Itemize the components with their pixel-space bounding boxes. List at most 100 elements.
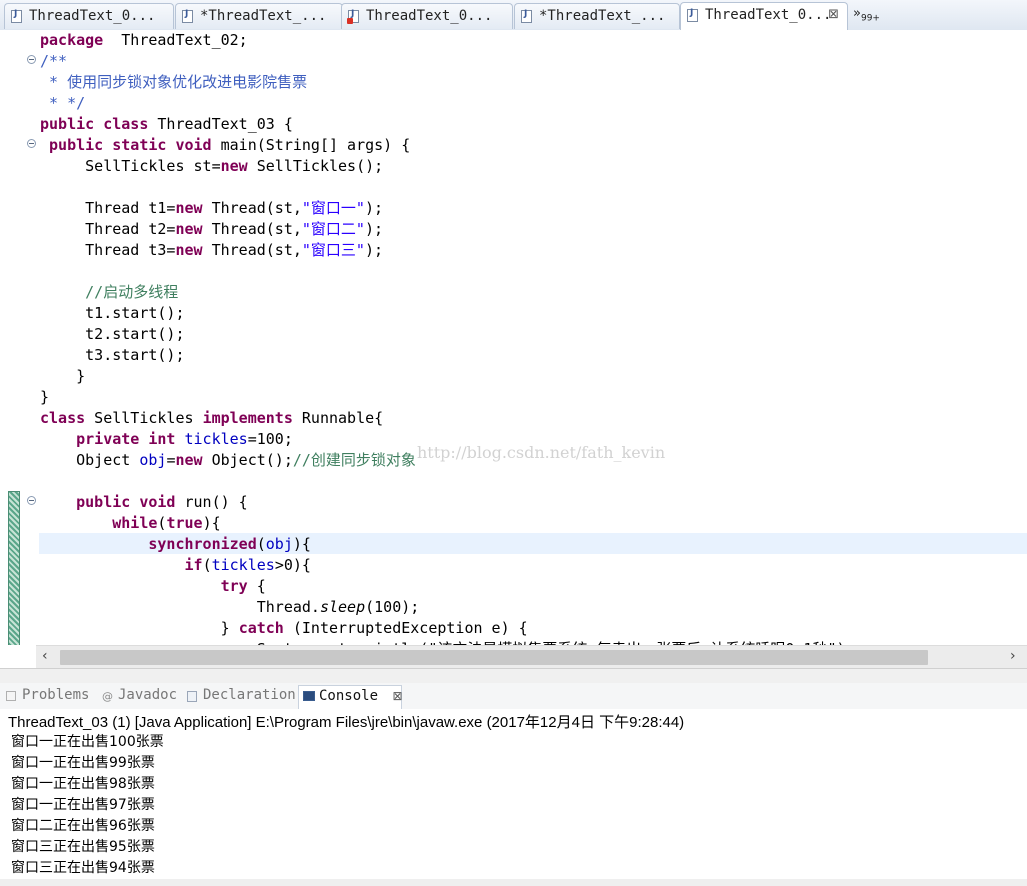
- tab-console[interactable]: Console ⊠: [298, 685, 403, 709]
- code-editor[interactable]: package ThreadText_02;/** * 使用同步锁对象优化改进电…: [0, 30, 1027, 645]
- console-icon: [303, 691, 315, 701]
- tab-label: Javadoc: [118, 687, 178, 703]
- code-token: Thread(st,: [202, 241, 302, 259]
- console-horizontal-scrollbar[interactable]: [0, 879, 1027, 886]
- console-line: 窗口一正在出售98张票: [11, 776, 155, 792]
- code-token: Thread t1=: [40, 199, 176, 217]
- code-token: synchronized: [148, 535, 257, 553]
- code-token: main(String[] args) {: [211, 136, 411, 154]
- code-token: package: [40, 31, 104, 49]
- code-token: void: [175, 136, 212, 154]
- fold-collapse-icon[interactable]: [27, 139, 36, 148]
- watermark: http://blog.csdn.net/fath_kevin: [417, 443, 666, 462]
- scrollbar-thumb[interactable]: [60, 650, 928, 665]
- code-line: public class ThreadText_03 {: [40, 114, 855, 135]
- code-token: public: [49, 136, 104, 154]
- code-token: >0){: [274, 556, 311, 574]
- editor-tab-label: *ThreadText_...: [539, 8, 666, 24]
- code-token: true: [166, 514, 203, 532]
- code-token: new: [175, 199, 203, 217]
- code-line: * 使用同步锁对象优化改进电影院售票: [40, 72, 855, 93]
- console-output[interactable]: 窗口一正在出售100张票 窗口一正在出售99张票 窗口一正在出售98张票 窗口一…: [11, 732, 164, 879]
- code-token: int: [148, 430, 176, 448]
- code-text[interactable]: package ThreadText_02;/** * 使用同步锁对象优化改进电…: [40, 30, 855, 645]
- code-token: Object: [40, 451, 140, 469]
- code-token: run() {: [175, 493, 248, 511]
- code-line: SellTickles st=new SellTickles();: [40, 156, 855, 177]
- declaration-icon: [187, 691, 197, 702]
- tab-javadoc[interactable]: @ Javadoc: [98, 687, 177, 709]
- code-line: while(true){: [40, 513, 855, 534]
- console-view[interactable]: ThreadText_03 (1) [Java Application] E:\…: [0, 709, 1027, 886]
- editor-tab-label: ThreadText_0...: [705, 7, 832, 23]
- code-token: Object();: [202, 451, 293, 469]
- code-token: t2.start();: [40, 325, 185, 343]
- code-token: "窗口三": [301, 241, 365, 259]
- console-launch-title: ThreadText_03 (1) [Java Application] E:\…: [8, 714, 685, 731]
- code-token: (InterruptedException e) {: [283, 619, 528, 637]
- code-token: Thread t3=: [40, 241, 176, 259]
- code-token: }: [40, 388, 50, 406]
- code-token: private: [76, 430, 140, 448]
- code-line: }: [40, 366, 855, 387]
- code-token: Runnable{: [292, 409, 384, 427]
- editor-tab-bar: ThreadText_0... *ThreadText_... ThreadTe…: [0, 0, 1027, 31]
- scroll-left-icon[interactable]: ‹: [42, 648, 48, 664]
- close-view-icon[interactable]: ⊠: [392, 689, 402, 703]
- code-line: try {: [40, 576, 855, 597]
- code-token: implements: [202, 409, 293, 427]
- java-file-icon: [182, 9, 193, 23]
- editor-tab-4[interactable]: *ThreadText_...: [514, 3, 680, 29]
- code-token: * */: [40, 94, 86, 112]
- code-token: ){: [292, 535, 311, 553]
- code-line: t3.start();: [40, 345, 855, 366]
- panel-divider[interactable]: [0, 668, 1027, 683]
- code-line: Thread t2=new Thread(st,"窗口二");: [40, 219, 855, 240]
- editor-tab-3[interactable]: ThreadText_0...: [341, 3, 513, 29]
- code-token: {: [247, 577, 266, 595]
- code-token: try: [220, 577, 248, 595]
- scroll-right-icon[interactable]: ›: [1010, 648, 1016, 664]
- code-token: obj: [265, 535, 293, 553]
- code-token: "窗口二": [301, 220, 365, 238]
- editor-tab-active[interactable]: ThreadText_0... ⊠: [680, 2, 848, 30]
- code-token: SellTickles st=: [40, 157, 221, 175]
- fold-collapse-icon[interactable]: [27, 55, 36, 64]
- view-tab-bar: Problems @ Javadoc Declaration Console ⊠: [0, 683, 1027, 710]
- code-line: if(tickles>0){: [40, 555, 855, 576]
- editor-tab-label: *ThreadText_...: [200, 8, 327, 24]
- code-token: (: [202, 556, 212, 574]
- tab-label: Problems: [22, 687, 90, 703]
- code-token: while: [112, 514, 158, 532]
- code-line: t2.start();: [40, 324, 855, 345]
- code-token: //启动多线程: [40, 283, 179, 301]
- code-token: ThreadText_03 {: [148, 115, 293, 133]
- code-token: * 使用同步锁对象优化改进电影院售票: [40, 73, 308, 91]
- editor-tab-1[interactable]: ThreadText_0...: [4, 3, 174, 29]
- editor-horizontal-scrollbar[interactable]: ‹ ›: [36, 645, 1027, 668]
- console-line: 窗口三正在出售95张票: [11, 839, 155, 855]
- editor-tab-2[interactable]: *ThreadText_...: [175, 3, 343, 29]
- tab-problems[interactable]: Problems: [2, 687, 89, 709]
- code-token: );: [364, 220, 384, 238]
- java-file-error-icon: [347, 9, 359, 24]
- tab-overflow-button[interactable]: »99+: [853, 6, 880, 24]
- quick-diff-change-bar: [8, 491, 20, 645]
- code-line: t1.start();: [40, 303, 855, 324]
- code-token: }: [40, 367, 86, 385]
- close-tab-icon[interactable]: ⊠: [828, 7, 839, 22]
- code-line: //启动多线程: [40, 282, 855, 303]
- code-line: * */: [40, 93, 855, 114]
- tab-declaration[interactable]: Declaration: [183, 687, 296, 709]
- code-token: new: [220, 157, 248, 175]
- code-line: synchronized(obj){: [40, 534, 855, 555]
- code-token: tickles: [211, 556, 275, 574]
- fold-collapse-icon[interactable]: [27, 496, 36, 505]
